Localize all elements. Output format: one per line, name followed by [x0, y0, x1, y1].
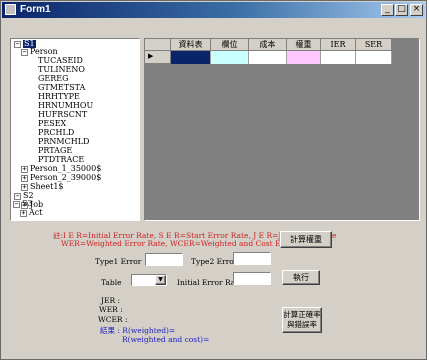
tree-node-field[interactable]: GTMETSTA [38, 84, 85, 92]
grid-corner [145, 39, 171, 51]
row-pointer-icon[interactable]: ▶ [145, 51, 171, 64]
tree-node-field[interactable]: HRNUMHOU [38, 102, 93, 110]
grid-cell-weight[interactable] [287, 51, 321, 64]
tree-node-s3[interactable]: S3 [22, 200, 33, 208]
grid-cell-ser[interactable] [356, 51, 392, 64]
expand-icon[interactable]: + [21, 175, 28, 182]
tree-node-field[interactable]: PRNMCHLD [38, 138, 89, 146]
tree-tail: − S3 + Act [11, 199, 139, 219]
wer-result: WER : [99, 305, 123, 314]
weighted-cost-result: R(weighted and cost)= [122, 335, 210, 344]
column-header[interactable]: SER [356, 39, 392, 51]
column-header[interactable]: 欄位 [211, 39, 249, 51]
initial-error-rate-input[interactable] [233, 272, 271, 285]
jer-result: JER : [101, 296, 121, 305]
grid-cell-table[interactable] [171, 51, 211, 64]
compute-accuracy-button[interactable]: 計算正確率 與錯誤率 [282, 307, 322, 333]
minimize-button[interactable]: _ [381, 4, 394, 16]
tree-node-field[interactable]: HRHTYPE [38, 93, 80, 101]
collapse-icon[interactable]: − [13, 201, 20, 208]
tree-node-field[interactable]: GEREG [38, 75, 68, 83]
compute-weight-button[interactable]: 計算權重 [280, 231, 332, 248]
table-select-value [132, 275, 156, 285]
tree-node-person[interactable]: Person [30, 48, 58, 56]
table-select[interactable]: ▼ [131, 274, 167, 286]
tree-node-field[interactable]: HUFRSCNT [38, 111, 87, 119]
column-header[interactable]: 資料表 [171, 39, 211, 51]
tree-node-person2[interactable]: Person_2_39000$ [30, 174, 101, 182]
tree-node-sheet1[interactable]: Sheet1$ [30, 183, 64, 191]
type1-error-label: Type1 Error [95, 257, 142, 266]
expand-icon[interactable]: + [20, 210, 27, 217]
type2-error-input[interactable] [233, 252, 271, 265]
definition-note-line2: WER=Weighted Error Rate, WCER=Weighted a… [61, 239, 316, 248]
wcer-result: WCER : [98, 315, 128, 324]
grid-cell-ier[interactable] [321, 51, 356, 64]
expand-icon[interactable]: + [21, 166, 28, 173]
tree-view[interactable]: − S1 − Person TUCASEID TULINENO GEREG GT… [10, 38, 140, 221]
tree-node-act[interactable]: Act [29, 209, 42, 217]
expand-icon[interactable]: + [21, 184, 28, 191]
type1-error-input[interactable] [145, 253, 183, 266]
table-label: Table [101, 278, 122, 287]
window-title: Form1 [20, 4, 51, 15]
tree-node-field[interactable]: PESEX [38, 120, 66, 128]
app-icon [5, 4, 16, 15]
tree-node-field[interactable]: TULINENO [38, 66, 85, 74]
collapse-icon[interactable]: − [21, 49, 28, 56]
chevron-down-icon[interactable]: ▼ [155, 275, 166, 285]
tree-node-field[interactable]: TUCASEID [38, 57, 83, 65]
data-grid[interactable]: 資料表 欄位 成本 權重 IER SER ▶ [144, 38, 420, 221]
execute-button[interactable]: 執行 [282, 270, 320, 285]
column-header[interactable]: IER [321, 39, 356, 51]
tree-node-field[interactable]: PRCHLD [38, 129, 74, 137]
maximize-button[interactable]: □ [395, 4, 408, 16]
grid-cell-cost[interactable] [249, 51, 287, 64]
type2-error-label: Type2 Error [191, 257, 238, 266]
tree-node-field[interactable]: PRTAGE [38, 147, 72, 155]
tree-node-person1[interactable]: Person_1_35000$ [30, 165, 101, 173]
tree-node-field[interactable]: PTDTRACE [38, 156, 84, 164]
title-bar[interactable]: Form1 _ □ × [2, 2, 425, 18]
column-header[interactable]: 權重 [287, 39, 321, 51]
grid-cell-field[interactable] [211, 51, 249, 64]
form1-window: Form1 _ □ × − S1 − Person TUCASEID TULIN… [0, 0, 427, 360]
close-button[interactable]: × [410, 4, 423, 16]
collapse-icon[interactable]: − [14, 41, 21, 48]
column-header[interactable]: 成本 [249, 39, 287, 51]
